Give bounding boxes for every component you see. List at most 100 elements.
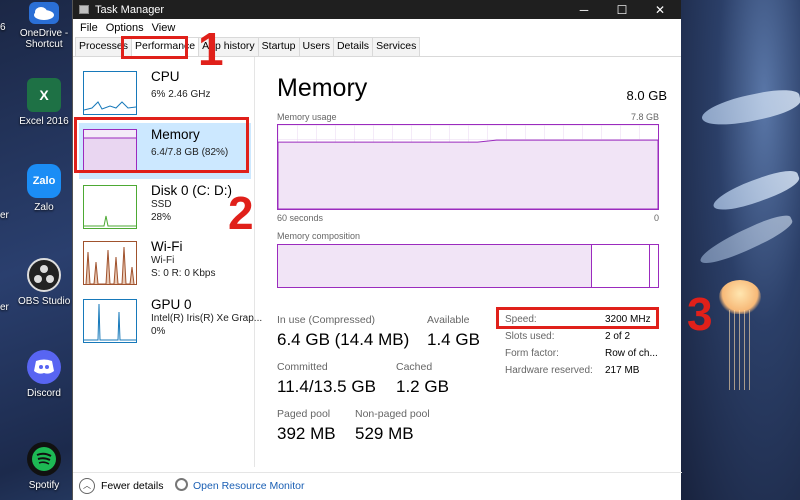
sidebar-item-disk[interactable]: Disk 0 (C: D:) SSD 28% <box>79 179 251 235</box>
sidebar-item-detail: 6% 2.46 GHz <box>151 89 211 100</box>
usage-graph-max: 7.8 GB <box>630 112 659 122</box>
spotify-icon <box>27 442 61 476</box>
tab-startup[interactable]: Startup <box>257 37 300 56</box>
form-factor-key: Form factor: <box>505 348 559 359</box>
gpu-mini-graph <box>83 299 137 343</box>
cut-label: er <box>0 302 9 313</box>
tab-details[interactable]: Details <box>332 37 374 56</box>
cached-value: 1.2 GB <box>396 377 449 396</box>
annotation-box-memory-item <box>74 117 249 173</box>
usage-axis-left: 60 seconds <box>277 213 324 223</box>
tab-users[interactable]: Users <box>298 37 334 56</box>
sidebar-item-label: CPU <box>151 69 180 84</box>
annotation-box-speed <box>496 307 659 329</box>
obs-icon <box>27 258 61 292</box>
wallpaper-jellyfish <box>719 280 761 314</box>
available-value: 1.4 GB <box>427 330 480 349</box>
window-title: Task Manager <box>95 3 165 16</box>
cut-label: 6 <box>0 22 6 33</box>
desktop-icon-label: OneDrive - <box>19 28 69 39</box>
composition-in-use <box>278 245 592 287</box>
desktop-icon-onedrive[interactable]: OneDrive - Shortcut <box>18 2 70 50</box>
desktop-icon-label: OBS Studio <box>18 296 71 307</box>
nonpaged-pool-value: 529 MB <box>355 424 414 443</box>
slots-key: Slots used: <box>505 331 555 342</box>
sidebar-item-detail: 28% <box>151 212 172 223</box>
annotation-number-3: 3 <box>687 288 713 340</box>
tab-services[interactable]: Services <box>372 37 421 56</box>
sidebar-item-cpu[interactable]: CPU 6% 2.46 GHz <box>79 65 251 121</box>
sidebar-item-wifi[interactable]: Wi-Fi Wi-Fi S: 0 R: 0 Kbps <box>79 235 251 291</box>
footer-bar: ︿ Fewer details Open Resource Monitor <box>73 472 682 500</box>
cut-label: er <box>0 210 9 221</box>
desktop-icon-label: Excel 2016 <box>19 116 69 127</box>
desktop-icon-discord[interactable]: Discord <box>18 350 70 399</box>
usage-axis-right: 0 <box>653 213 659 223</box>
menu-view[interactable]: View <box>148 22 180 34</box>
nonpaged-pool-label: Non-paged pool <box>355 408 430 420</box>
task-manager-icon <box>79 5 89 14</box>
onedrive-icon <box>29 2 59 24</box>
sidebar-item-label: Wi-Fi <box>151 239 183 254</box>
sidebar-item-detail: Wi-Fi <box>151 255 175 266</box>
title-bar[interactable]: Task Manager ─ ☐ ✕ <box>73 0 681 19</box>
menu-options[interactable]: Options <box>102 22 148 34</box>
open-resource-monitor-link[interactable]: Open Resource Monitor <box>193 480 304 492</box>
committed-value: 11.4/13.5 GB <box>277 377 376 396</box>
desktop-icon-spotify[interactable]: Spotify <box>18 442 70 491</box>
task-manager-window: Task Manager ─ ☐ ✕ File Options View Pro… <box>72 0 682 500</box>
menu-file[interactable]: File <box>76 22 102 34</box>
desktop-icon-label: Zalo <box>34 202 54 213</box>
usage-graph-label: Memory usage <box>277 112 337 122</box>
fewer-details-link[interactable]: Fewer details <box>101 480 163 492</box>
menu-bar: File Options View <box>73 19 681 37</box>
committed-label: Committed <box>277 361 328 373</box>
annotation-number-1: 1 <box>198 23 224 75</box>
minimize-button[interactable]: ─ <box>567 0 601 19</box>
cached-label: Cached <box>396 361 433 373</box>
sidebar-item-detail: SSD <box>151 199 172 210</box>
excel-icon: X <box>27 78 61 112</box>
page-title: Memory <box>277 74 368 102</box>
sidebar-item-detail: S: 0 R: 0 Kbps <box>151 268 216 279</box>
annotation-number-2: 2 <box>228 187 254 239</box>
desktop-icon-label: Spotify <box>28 480 60 491</box>
wallpaper-whale <box>696 209 796 271</box>
memory-usage-graph <box>277 124 659 210</box>
sidebar-item-label: GPU 0 <box>151 297 192 312</box>
zalo-icon: Zalo <box>27 164 61 198</box>
sidebar-item-detail: 0% <box>151 326 166 337</box>
paged-pool-label: Paged pool <box>277 408 331 420</box>
wallpaper-jellyfish-tentacles <box>729 310 753 390</box>
wifi-mini-graph <box>83 241 137 285</box>
in-use-value: 6.4 GB (14.4 MB) <box>277 330 410 349</box>
desktop-icon-excel[interactable]: X Excel 2016 <box>18 78 70 127</box>
chevron-up-icon[interactable]: ︿ <box>79 478 95 494</box>
disk-mini-graph <box>83 185 137 229</box>
desktop-left: 6 er er OneDrive - Shortcut X Excel 2016… <box>0 0 72 500</box>
annotation-box-performance-tab <box>121 36 188 59</box>
paged-pool-value: 392 MB <box>277 424 336 443</box>
close-button[interactable]: ✕ <box>643 0 677 19</box>
desktop-icon-label: Discord <box>27 388 61 399</box>
discord-icon <box>27 350 61 384</box>
sidebar-item-gpu[interactable]: GPU 0 Intel(R) Iris(R) Xe Grap... 0% <box>79 293 262 349</box>
form-factor-value: Row of ch... <box>605 348 658 359</box>
desktop-icon-obs[interactable]: OBS Studio <box>18 258 70 307</box>
composition-label: Memory composition <box>277 231 361 241</box>
hardware-reserved-key: Hardware reserved: <box>505 365 593 376</box>
usage-area <box>277 139 659 210</box>
sidebar-item-label: Disk 0 (C: D:) <box>151 183 232 198</box>
resource-monitor-icon <box>175 478 188 491</box>
available-label: Available <box>427 314 470 326</box>
desktop-icon-zalo[interactable]: Zalo Zalo <box>18 164 70 213</box>
maximize-button[interactable]: ☐ <box>605 0 639 19</box>
composition-standby <box>594 245 650 287</box>
wallpaper-whale <box>699 84 800 132</box>
usage-graph-svg <box>277 125 659 210</box>
wallpaper-whale <box>709 165 800 217</box>
desktop-icon-label: Shortcut <box>25 39 63 50</box>
slots-value: 2 of 2 <box>605 331 631 342</box>
memory-total: 8.0 GB <box>626 88 667 103</box>
memory-composition-bar <box>277 244 659 288</box>
